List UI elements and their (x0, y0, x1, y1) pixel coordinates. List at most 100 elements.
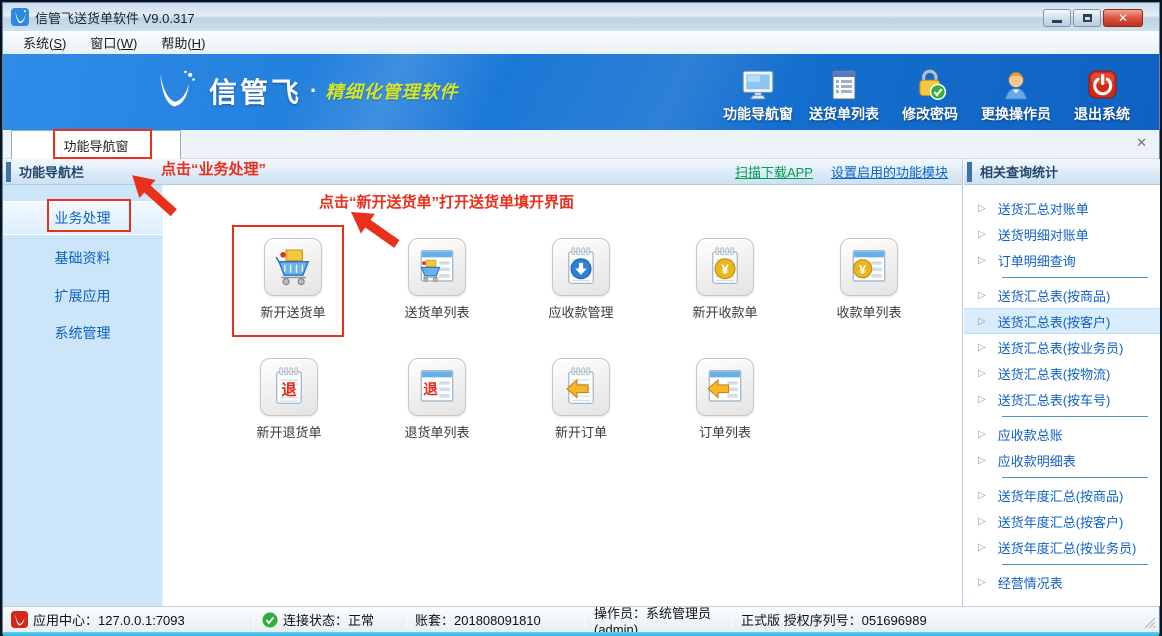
grid-item-new-order[interactable]: 新开订单 (519, 358, 643, 441)
toolbar-exit-button[interactable]: 退出系统 (1059, 62, 1145, 124)
triangle-bullet-icon: ▷ (978, 394, 986, 405)
maximize-button[interactable] (1073, 9, 1101, 27)
brand-separator: · (310, 78, 317, 104)
main-area: 新开送货单 (163, 185, 962, 606)
query-item-summary-by-vehicle[interactable]: ▷送货汇总表(按车号) (964, 386, 1160, 412)
list-divider (964, 412, 1160, 421)
status-connection: 连接状态：正常 (254, 610, 406, 629)
triangle-bullet-icon: ▷ (978, 542, 986, 553)
query-item-order-detail-query[interactable]: ▷订单明细查询 (964, 247, 1160, 273)
grid-item-new-receipt[interactable]: ¥ 新开收款单 (663, 238, 787, 321)
menu-bar: 系统(S) 窗口(W) 帮助(H) (3, 31, 1159, 54)
right-panel-title: 相关查询统计 (980, 162, 1058, 181)
triangle-bullet-icon: ▷ (978, 368, 986, 379)
triangle-bullet-icon: ▷ (978, 429, 986, 440)
grid-item-return-note-list[interactable]: 退 退货单列表 (375, 358, 499, 441)
banner-toolbar: 功能导航窗 送货单列表 修改密码 (715, 62, 1145, 124)
list-icon (827, 69, 861, 101)
status-account: 账套：201808091810 (407, 610, 585, 629)
grid-item-order-list[interactable]: 订单列表 (663, 358, 787, 441)
query-item-operating-report[interactable]: ▷经营情况表 (964, 569, 1160, 595)
triangle-bullet-icon: ▷ (978, 316, 986, 327)
notepad-return-icon: 退 (260, 358, 318, 416)
brand-logo-icon (151, 68, 197, 114)
nav-header: 功能导航栏 扫描下载APP 设置启用的功能模块 (3, 159, 962, 185)
toolbar-change-password-button[interactable]: 修改密码 (887, 62, 973, 124)
query-item-summary-by-logistics[interactable]: ▷送货汇总表(按物流) (964, 360, 1160, 386)
grid-item-new-return-note[interactable]: 退 新开退货单 (227, 358, 351, 441)
triangle-bullet-icon: ▷ (978, 255, 986, 266)
notepad-yen-icon: ¥ (696, 238, 754, 296)
query-item-summary-by-customer[interactable]: ▷送货汇总表(按客户) (964, 308, 1160, 334)
query-list: ▷送货汇总对账单 ▷送货明细对账单 ▷订单明细查询 ▷送货汇总表(按商品) ▷送… (964, 185, 1160, 595)
query-item-annual-by-salesman[interactable]: ▷送货年度汇总(按业务员) (964, 534, 1160, 560)
sidebar-item-business[interactable]: 业务处理 (3, 201, 162, 235)
close-icon: ✕ (1118, 11, 1128, 25)
svg-text:¥: ¥ (859, 262, 867, 277)
download-app-link[interactable]: 扫描下载APP (735, 162, 813, 181)
header-accent-bar (967, 162, 972, 182)
brand-tagline: 精细化管理软件 (325, 78, 458, 104)
triangle-bullet-icon: ▷ (978, 229, 986, 240)
query-item-delivery-detail-statement[interactable]: ▷送货明细对账单 (964, 221, 1160, 247)
grid-item-delivery-note-list[interactable]: 送货单列表 (375, 238, 499, 321)
app-center-logo-icon (11, 611, 28, 628)
resize-grip[interactable] (1143, 616, 1156, 629)
grid-item-receivables-management[interactable]: 应收款管理 (519, 238, 643, 321)
tab-strip: 功能导航窗 ✕ (3, 130, 1159, 159)
query-item-annual-by-product[interactable]: ▷送货年度汇总(按商品) (964, 482, 1160, 508)
window-yen-icon: ¥ (840, 238, 898, 296)
minimize-icon (1052, 20, 1062, 23)
triangle-bullet-icon: ▷ (978, 342, 986, 353)
notepad-order-icon (552, 358, 610, 416)
app-window: 信管飞送货单软件 V9.0.317 ✕ 系统(S) 窗口(W) 帮助(H) 信管… (0, 0, 1162, 636)
triangle-bullet-icon: ▷ (978, 516, 986, 527)
tab-nav-window[interactable]: 功能导航窗 (11, 130, 181, 159)
query-item-receivables-detail[interactable]: ▷应收款明细表 (964, 447, 1160, 473)
right-panel: 相关查询统计 ▷送货汇总对账单 ▷送货明细对账单 ▷订单明细查询 ▷送货汇总表(… (964, 159, 1160, 606)
grid-item-new-delivery-note[interactable]: 新开送货单 (231, 238, 355, 321)
query-item-delivery-summary-statement[interactable]: ▷送货汇总对账单 (964, 195, 1160, 221)
minimize-button[interactable] (1043, 9, 1071, 27)
query-item-summary-by-salesman[interactable]: ▷送货汇总表(按业务员) (964, 334, 1160, 360)
cart-icon (264, 238, 322, 296)
window-cart-icon (408, 238, 466, 296)
toolbar-delivery-list-button[interactable]: 送货单列表 (801, 62, 887, 124)
list-divider (964, 560, 1160, 569)
power-icon (1085, 69, 1119, 101)
modules-settings-link[interactable]: 设置启用的功能模块 (831, 162, 948, 181)
toolbar-nav-window-button[interactable]: 功能导航窗 (715, 62, 801, 124)
sidebar-item-basic-data[interactable]: 基础资料 (3, 241, 162, 275)
menu-help[interactable]: 帮助(H) (151, 30, 215, 55)
query-item-receivables-ledger[interactable]: ▷应收款总账 (964, 421, 1160, 447)
tab-label: 功能导航窗 (63, 136, 128, 155)
operator-icon (999, 69, 1033, 101)
app-logo-icon (11, 8, 29, 26)
menu-window[interactable]: 窗口(W) (80, 30, 147, 55)
svg-text:退: 退 (281, 382, 297, 399)
toolbar-switch-operator-button[interactable]: 更换操作员 (973, 62, 1059, 124)
lock-icon (912, 69, 948, 101)
right-panel-header: 相关查询统计 (964, 159, 1160, 185)
title-bar[interactable]: 信管飞送货单软件 V9.0.317 ✕ (3, 3, 1159, 31)
triangle-bullet-icon: ▷ (978, 203, 986, 214)
brand-name: 信管飞 (209, 71, 302, 111)
annotation-tip-new-note: 点击“新开送货单”打开送货单填开界面 (319, 191, 574, 212)
svg-text:¥: ¥ (721, 261, 729, 277)
query-item-summary-by-product[interactable]: ▷送货汇总表(按商品) (964, 282, 1160, 308)
tab-close-icon[interactable]: ✕ (1136, 135, 1147, 151)
bottom-accent-line (3, 632, 1159, 636)
menu-system[interactable]: 系统(S) (13, 30, 76, 55)
sidebar-item-system[interactable]: 系统管理 (3, 316, 162, 350)
connection-ok-icon (262, 612, 278, 628)
monitor-icon (740, 69, 776, 101)
query-item-annual-by-customer[interactable]: ▷送货年度汇总(按客户) (964, 508, 1160, 534)
sidebar-item-extensions[interactable]: 扩展应用 (3, 279, 162, 313)
close-button[interactable]: ✕ (1103, 9, 1143, 27)
brand-area: 信管飞 · 精细化管理软件 (151, 68, 458, 114)
list-divider (964, 473, 1160, 482)
notepad-download-icon (552, 238, 610, 296)
triangle-bullet-icon: ▷ (978, 290, 986, 301)
grid-item-receipt-list[interactable]: ¥ 收款单列表 (807, 238, 931, 321)
window-return-icon: 退 (408, 358, 466, 416)
